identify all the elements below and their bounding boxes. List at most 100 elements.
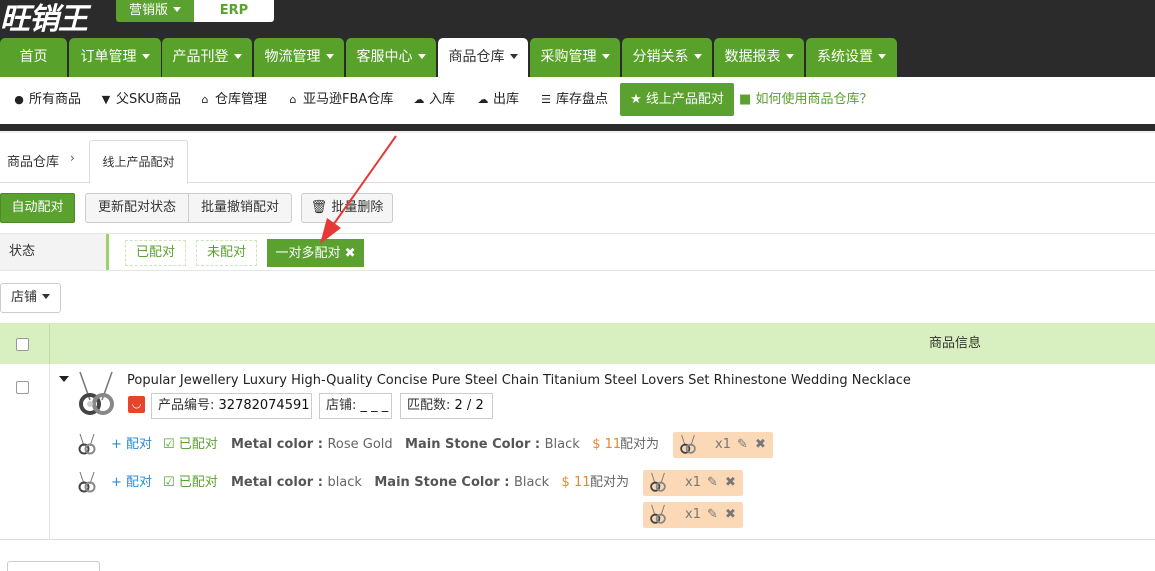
- subnav-inbound[interactable]: ☁ 入库: [412, 77, 456, 123]
- subnav-label: 库存盘点: [556, 92, 609, 107]
- nav-tab-purchase[interactable]: 采购管理: [530, 38, 620, 77]
- chevron-down-icon: [325, 53, 334, 59]
- cloud-download-icon: ☁: [477, 93, 489, 106]
- filter-unmatched[interactable]: 未配对: [196, 240, 257, 266]
- check-square-icon: ☑: [163, 475, 175, 490]
- select-all-checkbox[interactable]: [16, 338, 29, 351]
- product-thumbnail: [79, 371, 114, 415]
- status-filter-row: 状态 已配对 未配对 一对多配对 ✖: [0, 233, 1155, 271]
- subnav-label: 父SKU商品: [116, 92, 181, 107]
- batch-delete-label: 批量删除: [331, 200, 384, 215]
- attr-key: Main Stone Color: [405, 437, 531, 452]
- filter-active-label: 一对多配对: [275, 246, 341, 261]
- main-nav: 首页 订单管理 产品刊登 物流管理 客服中心 商品仓库 采购管理 分销关系 数据…: [0, 38, 1155, 77]
- product-title[interactable]: Popular Jewellery Luxury High-Quality Co…: [127, 373, 911, 388]
- row-checkbox[interactable]: [16, 381, 29, 394]
- variant-thumbnail: [78, 433, 96, 455]
- subnav-outbound[interactable]: ☁ 出库: [476, 77, 520, 123]
- close-icon[interactable]: ✖: [345, 246, 356, 261]
- breadcrumb-current-tab[interactable]: 线上产品配对: [89, 140, 188, 184]
- match-tag: x1 ✎ ✖: [643, 470, 743, 496]
- nav-tab-home[interactable]: 首页: [0, 38, 67, 77]
- store-field: 店铺: _ _ _: [319, 393, 392, 419]
- chevron-right-icon: ›: [70, 151, 75, 165]
- sub-nav: ● 所有商品 ▼ 父SKU商品 ⌂ 仓库管理 ⌂ 亚马逊FBA仓库 ☁ 入库 ☁ 出库 ☰ 库…: [0, 77, 1155, 123]
- collapse-toggle-icon[interactable]: [59, 376, 69, 382]
- subnav-stock-check[interactable]: ☰ 库存盘点: [539, 77, 608, 123]
- nav-tab-listing[interactable]: 产品刊登: [162, 38, 252, 77]
- nav-tab-label: 系统设置: [817, 49, 873, 65]
- edit-icon[interactable]: ✎: [707, 502, 718, 528]
- nav-tab-orders[interactable]: 订单管理: [69, 38, 161, 77]
- version-switch-button[interactable]: 营销版: [116, 0, 194, 22]
- nav-tab-reports[interactable]: 数据报表: [714, 38, 804, 77]
- nav-tab-settings[interactable]: 系统设置: [806, 38, 897, 77]
- add-match-link[interactable]: + 配对: [111, 466, 152, 500]
- attr-colon: :: [313, 437, 328, 452]
- nav-tab-service[interactable]: 客服中心: [346, 38, 436, 77]
- subnav-online-matching[interactable]: ★ 线上产品配对: [620, 83, 734, 116]
- matched-to-label: 配对为: [620, 437, 660, 452]
- match-tag: x1 ✎ ✖: [643, 502, 743, 528]
- chevron-down-icon: [509, 53, 518, 59]
- batch-cancel-match-button[interactable]: 批量撤销配对: [188, 193, 292, 223]
- bottom-batch-delete-button[interactable]: [7, 561, 100, 571]
- filter-matched[interactable]: 已配对: [125, 240, 186, 266]
- subnav-warehouse-manage[interactable]: ⌂ 仓库管理: [198, 77, 268, 123]
- chevron-down-icon: [878, 53, 886, 59]
- variant-attributes: Metal color : black Main Stone Color : B…: [231, 466, 591, 500]
- filter-one-to-many[interactable]: 一对多配对 ✖: [267, 239, 364, 267]
- version-label: 营销版: [128, 3, 168, 18]
- nav-tab-warehouse[interactable]: 商品仓库: [438, 38, 528, 77]
- matched-label: 已配对: [178, 475, 218, 490]
- store-dropdown[interactable]: 店铺: [0, 283, 61, 313]
- nav-tab-label: 首页: [19, 49, 48, 65]
- app-logo: 旺销王: [0, 2, 88, 37]
- attr-key: Main Stone Color: [374, 475, 500, 490]
- nav-tab-label: 订单管理: [80, 49, 137, 65]
- update-match-status-button[interactable]: 更新配对状态: [85, 193, 189, 223]
- star-icon: ★: [630, 92, 642, 107]
- filter-icon: ▼: [101, 93, 111, 106]
- auto-match-button[interactable]: 自动配对: [0, 193, 75, 223]
- subnav-label: 仓库管理: [215, 92, 268, 107]
- breadcrumb-root[interactable]: 商品仓库: [7, 151, 59, 170]
- variant-row: + 配对 ☑ 已配对 Metal color : Rose Gold Main …: [0, 428, 1155, 462]
- erp-button[interactable]: ERP: [194, 0, 274, 22]
- edit-icon[interactable]: ✎: [737, 432, 748, 458]
- chevron-down-icon: [417, 53, 426, 59]
- match-tag: x1 ✎ ✖: [673, 432, 773, 458]
- table-header: 商品信息: [0, 324, 1155, 364]
- chevron-down-icon: [601, 53, 610, 59]
- attr-key: Metal color: [231, 475, 314, 490]
- attr-colon: :: [530, 437, 545, 452]
- remove-icon[interactable]: ✖: [725, 502, 736, 528]
- match-thumbnail: [650, 472, 666, 492]
- nav-tab-distribution[interactable]: 分销关系: [622, 38, 712, 77]
- subnav-all-products[interactable]: ● 所有商品: [12, 77, 81, 123]
- nav-tab-logistics[interactable]: 物流管理: [254, 38, 344, 77]
- subnav-parent-sku[interactable]: ▼ 父SKU商品: [99, 77, 181, 123]
- video-camera-icon: ■: [739, 92, 752, 107]
- attr-value: Black: [513, 475, 550, 490]
- trash-icon: 🗑: [310, 200, 328, 215]
- subnav-fba-warehouse[interactable]: ⌂ 亚马逊FBA仓库: [286, 77, 394, 123]
- chevron-down-icon: [42, 294, 51, 299]
- subnav-label: 出库: [493, 92, 520, 107]
- breadcrumb: 商品仓库 › 线上产品配对: [0, 133, 1155, 184]
- list-icon: ☰: [541, 93, 551, 106]
- add-match-link[interactable]: + 配对: [111, 428, 152, 462]
- product-no-value: 32782074591: [218, 398, 310, 413]
- subnav-label: 入库: [429, 92, 456, 107]
- column-header-product-info: 商品信息: [929, 336, 982, 351]
- match-quantity: x1: [715, 437, 731, 452]
- batch-delete-button[interactable]: 🗑 批量删除: [301, 193, 393, 223]
- match-quantity: x1: [685, 475, 701, 490]
- remove-icon[interactable]: ✖: [755, 432, 766, 458]
- match-count-label: 匹配数:: [407, 398, 451, 413]
- edit-icon[interactable]: ✎: [707, 470, 718, 496]
- remove-icon[interactable]: ✖: [725, 470, 736, 496]
- match-thumbnail: [650, 504, 666, 524]
- help-video-link[interactable]: ■ 如何使用商品仓库？: [739, 77, 872, 123]
- nav-tab-label: 分销关系: [632, 49, 689, 65]
